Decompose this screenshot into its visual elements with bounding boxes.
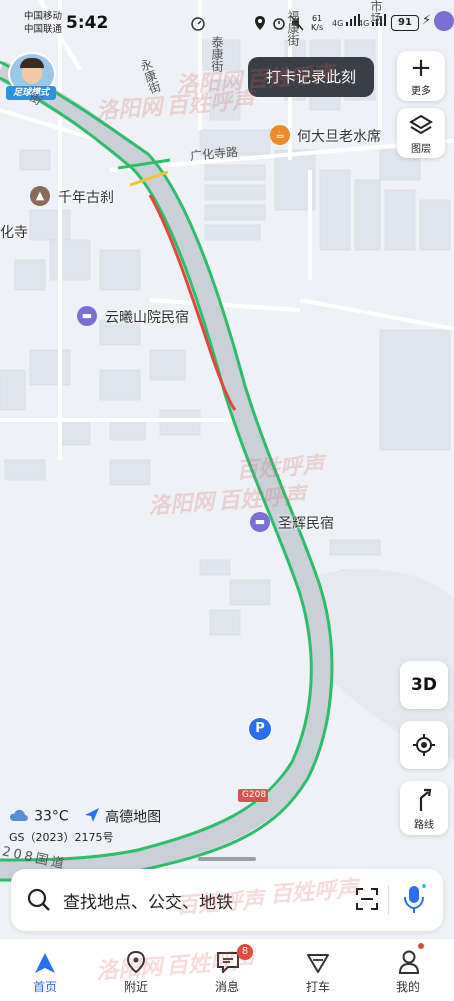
route-arrow-icon bbox=[400, 786, 448, 816]
more-button[interactable]: + 更多 bbox=[397, 51, 445, 101]
tab-taxi[interactable]: 打车 bbox=[273, 939, 363, 1001]
home-icon bbox=[33, 952, 57, 978]
amap-logo-icon bbox=[84, 807, 100, 827]
food-icon: ☕ bbox=[270, 125, 290, 145]
more-label: 更多 bbox=[411, 86, 431, 97]
poi-label: 云曦山院民宿 bbox=[105, 310, 189, 326]
watermark-text: 百姓呼声 bbox=[175, 887, 265, 920]
watermark-text: 百姓呼声 bbox=[269, 876, 359, 909]
road-sign-g208: G208 bbox=[241, 790, 267, 800]
watermark: 百姓呼声 bbox=[235, 447, 325, 485]
alarm-icon bbox=[272, 15, 286, 34]
hotel-icon: ▬ bbox=[250, 512, 270, 532]
search-icon bbox=[27, 888, 51, 916]
signal-1-label: 4G bbox=[332, 19, 344, 28]
tab-label: 打车 bbox=[305, 980, 330, 994]
profile-icon bbox=[397, 949, 421, 979]
poi-label: 千年古刹 bbox=[58, 190, 114, 206]
tab-label: 首页 bbox=[32, 980, 57, 994]
poi-label: 圣辉民宿 bbox=[278, 516, 334, 532]
net-speed-unit: K/s bbox=[311, 23, 324, 32]
speedometer-icon bbox=[190, 15, 206, 34]
charging-icon: ⚡ bbox=[422, 13, 432, 28]
status-bar: 中国移动 中国联通 5:42 61 K/s 4G 4G 91 ⚡ bbox=[0, 0, 454, 44]
divider bbox=[388, 885, 389, 915]
cloud-icon bbox=[9, 807, 29, 826]
tab-profile[interactable]: 我的 bbox=[363, 939, 453, 1001]
parking-icon[interactable]: P bbox=[248, 717, 272, 741]
watermark-text: 洛阳网 bbox=[175, 68, 244, 99]
three-d-button[interactable]: 3D bbox=[400, 661, 448, 709]
avatar-hair bbox=[20, 58, 44, 68]
locate-button[interactable] bbox=[400, 721, 448, 769]
signal-1-icon: 4G bbox=[332, 14, 360, 28]
avatar[interactable]: 足球模式 bbox=[4, 50, 56, 100]
status-time: 5:42 bbox=[66, 13, 109, 33]
carrier-info: 中国移动 中国联通 bbox=[24, 10, 62, 36]
watermark: 百姓呼声 bbox=[269, 871, 359, 909]
weather-temp: 33°C bbox=[34, 808, 69, 825]
watermark-text: 百姓呼声 bbox=[235, 452, 325, 485]
tab-home[interactable]: 首页 bbox=[0, 939, 90, 1001]
layers-label: 图层 bbox=[411, 144, 431, 155]
brand-name: 高德地图 bbox=[105, 809, 162, 826]
watermark-text: 百姓呼声 bbox=[165, 948, 255, 980]
route-label: 路线 bbox=[414, 820, 434, 831]
crosshair-icon bbox=[400, 733, 448, 761]
watermark-text: 洛阳网 bbox=[95, 954, 164, 985]
carrier-1: 中国移动 bbox=[24, 11, 63, 22]
map-license: GS（2023）2175号 bbox=[9, 831, 114, 844]
profile-dot-badge bbox=[418, 943, 424, 949]
watermark-text: 百姓呼声 bbox=[245, 62, 335, 94]
road-label-market: 市场 bbox=[369, 0, 383, 24]
drag-handle[interactable] bbox=[198, 857, 256, 861]
layers-icon bbox=[397, 114, 445, 140]
location-pin-status-icon bbox=[254, 15, 266, 34]
battery-indicator: 91 bbox=[391, 15, 419, 31]
taxi-icon bbox=[306, 952, 330, 978]
tab-label: 我的 bbox=[395, 980, 420, 994]
route-button[interactable]: 路线 bbox=[400, 781, 448, 835]
tab-label: 消息 bbox=[214, 980, 239, 994]
road-label-top-street: 福康街 bbox=[286, 10, 300, 46]
temple-icon: ▲ bbox=[30, 186, 50, 206]
watermark-text: 百姓呼声 bbox=[217, 483, 307, 515]
carrier-2: 中国联通 bbox=[24, 24, 63, 35]
watermark-text: 洛阳网 bbox=[95, 94, 164, 125]
net-speed-value: 61 bbox=[311, 14, 323, 23]
voice-search-icon[interactable] bbox=[401, 882, 427, 920]
hotel-icon bbox=[434, 11, 454, 31]
watermark: 百姓呼声 bbox=[175, 882, 265, 920]
weather-widget[interactable]: 33°C bbox=[9, 806, 69, 826]
layers-button[interactable]: 图层 bbox=[397, 108, 445, 158]
plus-icon: + bbox=[410, 53, 432, 83]
watermark-text: 洛阳网 bbox=[147, 489, 216, 520]
hotel-icon: ▬ bbox=[77, 306, 97, 326]
poi-label-huasi[interactable]: 化寺 bbox=[0, 222, 28, 242]
net-speed: 61 K/s bbox=[311, 14, 323, 32]
poi-label: 何大旦老水席 bbox=[297, 129, 381, 145]
brand-logo: 高德地图 bbox=[84, 806, 161, 827]
